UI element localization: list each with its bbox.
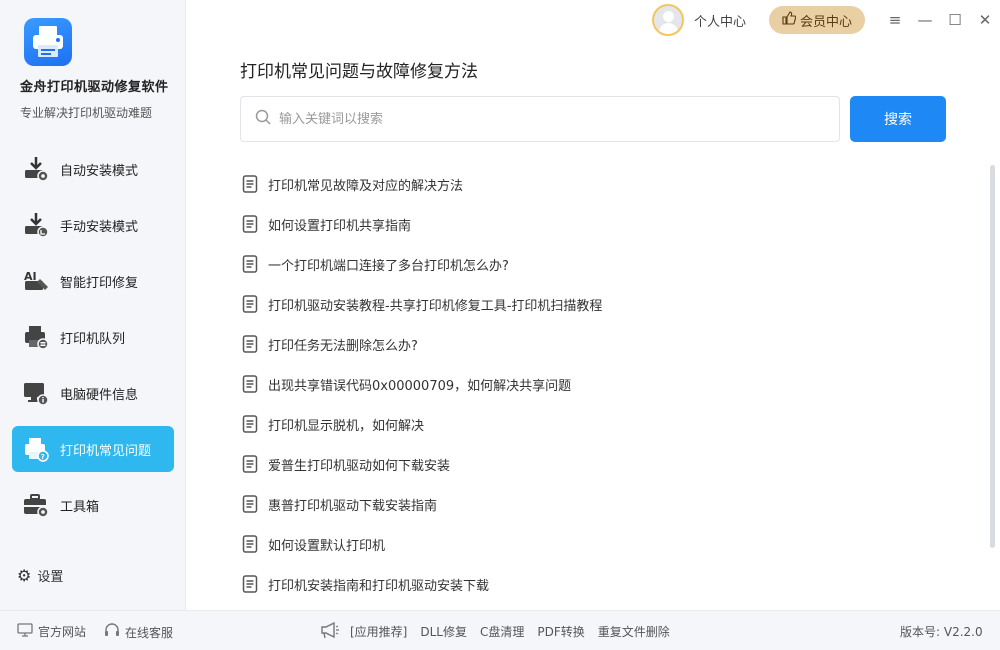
recommend-link-pdf[interactable]: PDF转换 [537, 623, 584, 640]
sidebar-item-label: 打印机常见问题 [60, 443, 152, 459]
gear-icon: ⚙ [17, 566, 32, 585]
app-subtitle: 专业解决打印机驱动难题 [20, 106, 153, 120]
document-icon [240, 574, 260, 594]
document-icon [240, 454, 260, 474]
document-icon [240, 294, 260, 314]
smart-repair-icon: AI [21, 266, 51, 296]
printer-queue-icon [21, 322, 51, 352]
app-logo [24, 18, 72, 66]
minimize-icon[interactable]: — [910, 8, 940, 32]
sidebar: 金舟打印机驱动修复软件 专业解决打印机驱动难题 自动安装模式 手动安装模式 AI… [0, 0, 186, 610]
headset-icon [104, 623, 120, 641]
sidebar-item-printer-queue[interactable]: 打印机队列 [12, 314, 174, 360]
sidebar-item-auto-install[interactable]: 自动安装模式 [12, 146, 174, 192]
faq-list-item[interactable]: 爱普生打印机驱动如何下载安装 [240, 444, 940, 484]
sidebar-item-label: 电脑硬件信息 [60, 387, 139, 403]
hardware-info-icon [21, 378, 51, 408]
scrollbar[interactable] [990, 165, 995, 548]
faq-list-item[interactable]: 打印机常见故障及对应的解决方法 [240, 164, 940, 204]
sidebar-nav: 自动安装模式 手动安装模式 AI 智能打印修复 打印机队列 电脑硬件信息 ? 打… [12, 146, 174, 538]
search-input[interactable] [279, 111, 839, 127]
sidebar-item-manual-install[interactable]: 手动安装模式 [12, 202, 174, 248]
maximize-icon[interactable]: ☐ [940, 8, 970, 32]
monitor-icon [17, 623, 33, 640]
sidebar-item-label: 自动安装模式 [60, 163, 139, 179]
app-recommend-bar: [应用推荐] DLL修复 C盘清理 PDF转换 重复文件删除 [320, 621, 683, 642]
faq-list-item[interactable]: 打印机显示脱机，如何解决 [240, 404, 940, 444]
page-title: 打印机常见问题与故障修复方法 [240, 62, 478, 82]
document-icon [240, 414, 260, 434]
search-box [240, 96, 840, 142]
megaphone-icon [320, 621, 340, 642]
thumbs-up-icon [782, 11, 797, 29]
faq-item-label: 爱普生打印机驱动如何下载安装 [268, 458, 451, 474]
manual-install-icon [21, 210, 51, 240]
sidebar-item-toolbox[interactable]: 工具箱 [12, 482, 174, 528]
faq-item-label: 出现共享错误代码0x00000709，如何解决共享问题 [268, 378, 572, 394]
version-label: 版本号: V2.2.0 [900, 625, 983, 639]
document-icon [240, 374, 260, 394]
vip-center-button[interactable]: 会员中心 [769, 6, 865, 34]
app-name: 金舟打印机驱动修复软件 [20, 80, 169, 95]
document-icon [240, 534, 260, 554]
faq-list: 打印机常见故障及对应的解决方法 如何设置打印机共享指南一个打印机端口连接了多台打印… [240, 164, 940, 604]
menu-icon[interactable]: ≡ [880, 8, 910, 32]
sidebar-item-label: 打印机队列 [60, 331, 126, 347]
faq-item-label: 打印机驱动安装教程-共享打印机修复工具-打印机扫描教程 [268, 298, 603, 314]
printer-logo-icon [33, 26, 63, 57]
sidebar-item-hardware-info[interactable]: 电脑硬件信息 [12, 370, 174, 416]
faq-list-item[interactable]: 一个打印机端口连接了多台打印机怎么办? [240, 244, 940, 284]
sidebar-item-printer-faq[interactable]: ? 打印机常见问题 [12, 426, 174, 472]
printer-faq-icon: ? [21, 434, 51, 464]
recommend-link-dll[interactable]: DLL修复 [420, 623, 467, 640]
auto-install-icon [21, 154, 51, 184]
online-service-label: 在线客服 [125, 625, 174, 640]
settings-button[interactable]: ⚙ 设置 [17, 566, 63, 585]
faq-item-label: 如何设置默认打印机 [268, 538, 386, 554]
faq-item-label: 惠普打印机驱动下载安装指南 [268, 498, 438, 514]
svg-text:?: ? [41, 453, 45, 461]
faq-item-label: 打印机显示脱机，如何解决 [268, 418, 425, 434]
personal-center-link[interactable]: 个人中心 [694, 11, 746, 30]
recommend-link-c-drive[interactable]: C盘清理 [480, 623, 524, 640]
faq-item-label: 打印任务无法删除怎么办? [268, 338, 418, 354]
document-icon [240, 174, 260, 194]
title-bar: 个人中心 会员中心 ≡ — ☐ ✕ [186, 0, 1000, 40]
faq-item-label: 打印机常见故障及对应的解决方法 [268, 178, 464, 194]
official-website-link[interactable]: 官方网站 [17, 623, 86, 640]
faq-list-item[interactable]: 打印机驱动安装教程-共享打印机修复工具-打印机扫描教程 [240, 284, 940, 324]
document-icon [240, 494, 260, 514]
official-website-label: 官方网站 [38, 625, 87, 639]
sidebar-item-label: 手动安装模式 [60, 219, 139, 235]
recommend-link-duplicate[interactable]: 重复文件删除 [598, 623, 670, 640]
footer: 官方网站 在线客服 [应用推荐] DLL修复 C盘清理 PDF转换 重复文件删除… [0, 610, 1000, 650]
search-button[interactable]: 搜索 [850, 96, 946, 142]
recommend-label: [应用推荐] [350, 625, 408, 639]
document-icon [240, 334, 260, 354]
faq-list-item[interactable]: 如何设置打印机共享指南 [240, 204, 940, 244]
vip-center-label: 会员中心 [799, 14, 852, 30]
settings-label: 设置 [37, 570, 64, 585]
faq-item-label: 一个打印机端口连接了多台打印机怎么办? [268, 258, 509, 274]
faq-list-item[interactable]: 打印任务无法删除怎么办? [240, 324, 940, 364]
faq-list-item[interactable]: 惠普打印机驱动下载安装指南 [240, 484, 940, 524]
faq-list-item[interactable]: 打印机安装指南和打印机驱动安装下载 [240, 564, 940, 604]
faq-item-label: 打印机安装指南和打印机驱动安装下载 [268, 578, 490, 594]
faq-list-item[interactable]: 如何设置默认打印机 [240, 524, 940, 564]
toolbox-icon [21, 490, 51, 520]
document-icon [240, 214, 260, 234]
sidebar-item-label: 工具箱 [60, 499, 100, 515]
faq-item-label: 如何设置打印机共享指南 [268, 218, 412, 234]
sidebar-item-smart-repair[interactable]: AI 智能打印修复 [12, 258, 174, 304]
close-icon[interactable]: ✕ [970, 8, 1000, 32]
search-icon [255, 109, 271, 129]
faq-list-item[interactable]: 出现共享错误代码0x00000709，如何解决共享问题 [240, 364, 940, 404]
online-service-link[interactable]: 在线客服 [104, 623, 173, 641]
sidebar-item-label: 智能打印修复 [60, 275, 139, 291]
avatar[interactable] [652, 4, 684, 36]
document-icon [240, 254, 260, 274]
window-controls: ≡ — ☐ ✕ [880, 8, 1000, 32]
